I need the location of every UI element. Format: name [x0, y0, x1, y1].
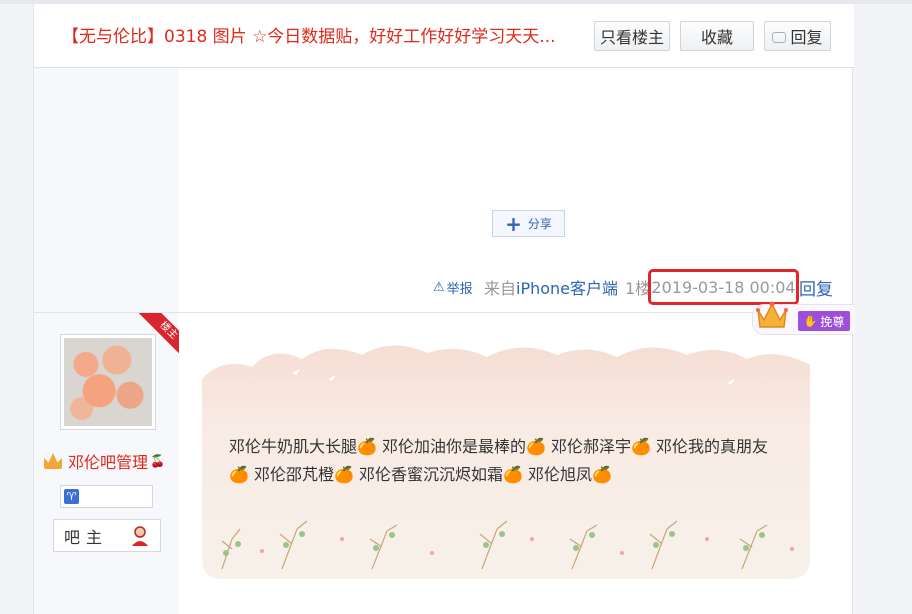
thread-header: 【无与伦比】0318 图片 ☆今日数据贴，好好工作好好学习天天... 只看楼主 …	[34, 4, 854, 68]
cherry-icon: 🍒	[150, 454, 165, 468]
author-name-text: 邓伦吧管理	[68, 453, 149, 472]
thread-title: 【无与伦比】0318 图片 ☆今日数据贴，好好工作好好学习天天...	[62, 27, 556, 47]
client-prefix: 来自	[484, 279, 517, 298]
manager-crown-icon	[44, 453, 62, 469]
aries-icon: ♈	[64, 489, 79, 504]
louzhu-badge-label: 楼主	[137, 313, 179, 355]
author-name[interactable]: 邓伦吧管理 🍒	[44, 450, 178, 472]
post-content-card: 邓伦牛奶肌大长腿🍊 邓伦加油你是最棒的🍊 邓伦郝泽宇🍊 邓伦我的真朋友 🍊 邓伦…	[202, 339, 810, 579]
post-content-line-2: 🍊 邓伦邵芃橙🍊 邓伦香蜜沉沉烬如霜🍊 邓伦旭凤🍊	[229, 465, 612, 484]
rank-label: 吧主	[64, 527, 109, 547]
thread-page: 【无与伦比】0318 图片 ☆今日数据贴，好好工作好好学习天天... 只看楼主 …	[33, 4, 854, 614]
client-source: 来自 iPhone客户端	[484, 276, 618, 298]
huanzun-label: 挽尊	[820, 314, 845, 329]
hand-icon: ✋	[803, 314, 818, 328]
post2-author-sidebar: 楼主 邓伦吧管理 🍒 ♈ 吧主	[34, 313, 179, 614]
rank-badge[interactable]: 吧主	[53, 519, 161, 552]
reply-button-label: 回复	[790, 28, 823, 47]
post1-author-sidebar	[34, 68, 178, 312]
only-louzhu-button[interactable]: 只看楼主	[594, 21, 670, 51]
huanzun-button[interactable]: ✋ 挽尊	[798, 311, 850, 331]
share-label: 分享	[527, 217, 552, 231]
client-link[interactable]: iPhone客户端	[516, 275, 618, 299]
report-label: 举报	[446, 281, 473, 297]
crown-icon	[756, 301, 788, 328]
favorite-button[interactable]: 收藏	[680, 21, 754, 51]
warning-icon: ⚠	[433, 279, 445, 295]
zodiac-field: ♈	[60, 485, 153, 508]
reply-button[interactable]: 回复	[764, 21, 831, 51]
post-reply-link[interactable]: 回复	[799, 276, 833, 300]
louzhu-badge: 楼主	[137, 313, 179, 355]
person-icon	[132, 526, 148, 546]
share-button[interactable]: + 分享	[492, 210, 565, 237]
page-right-gutter	[853, 4, 912, 614]
plus-icon: +	[505, 211, 522, 236]
report-link[interactable]: ⚠ 举报	[433, 276, 473, 298]
post-content: 邓伦牛奶肌大长腿🍊 邓伦加油你是最棒的🍊 邓伦郝泽宇🍊 邓伦我的真朋友 🍊 邓伦…	[229, 433, 789, 489]
post-content-line-1: 邓伦牛奶肌大长腿🍊 邓伦加油你是最棒的🍊 邓伦郝泽宇🍊 邓伦我的真朋友	[229, 437, 769, 456]
speech-bubble-icon	[772, 31, 787, 43]
